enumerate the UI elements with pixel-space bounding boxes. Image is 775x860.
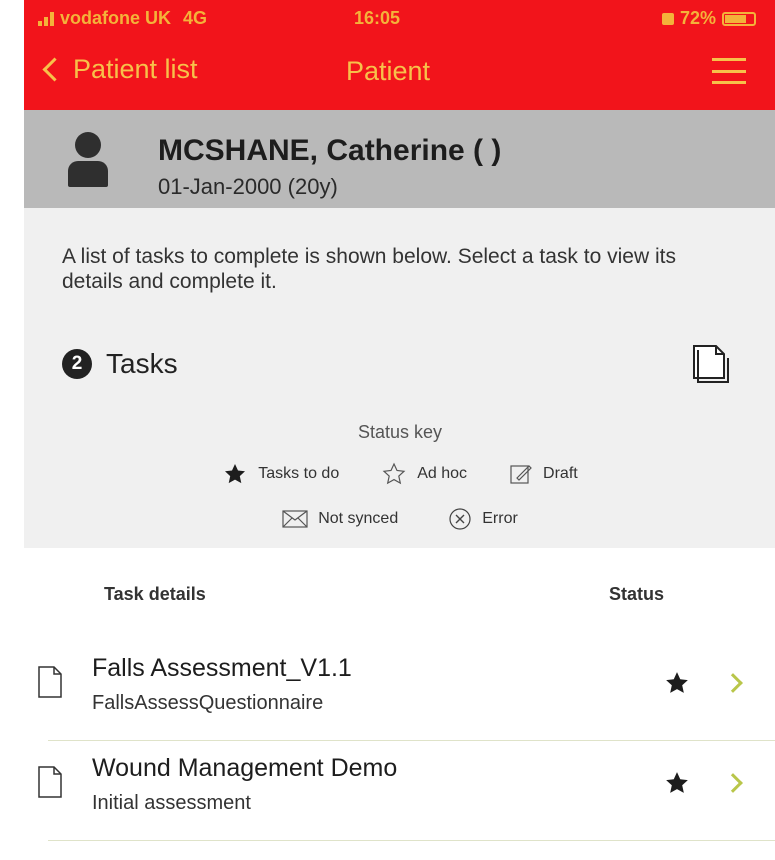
status-key-row: Tasks to do Ad hoc Draft xyxy=(24,462,775,486)
star-filled-icon xyxy=(225,464,246,484)
key-item-error: Error xyxy=(448,507,518,531)
key-label: Ad hoc xyxy=(417,465,468,482)
info-panel: A list of tasks to complete is shown bel… xyxy=(24,208,775,548)
chevron-left-icon xyxy=(42,57,67,82)
document-icon xyxy=(38,666,62,698)
task-subtitle: Initial assessment xyxy=(92,792,251,814)
carrier-info: vodafone UK 4G xyxy=(38,8,207,29)
key-label: Tasks to do xyxy=(258,465,340,482)
chevron-right-icon xyxy=(723,673,743,693)
hamburger-menu-icon[interactable] xyxy=(712,58,746,84)
key-item-tasks-to-do: Tasks to do xyxy=(222,462,339,486)
network-type: 4G xyxy=(183,8,208,28)
battery-icon xyxy=(722,11,756,26)
key-item-not-synced: Not synced xyxy=(282,510,398,528)
top-bar: vodafone UK 4G 16:05 72% Patient list Pa… xyxy=(24,0,775,110)
battery-status: 72% xyxy=(661,8,756,29)
edit-draft-icon xyxy=(510,465,532,484)
column-header-status: Status xyxy=(609,584,665,604)
carrier-name: vodafone UK xyxy=(60,8,172,28)
row-divider xyxy=(48,740,775,741)
nav-bar: Patient list Patient xyxy=(24,46,775,102)
task-subtitle: FallsAssessQuestionnaire xyxy=(92,692,324,714)
signal-icon xyxy=(38,11,54,26)
documents-icon[interactable] xyxy=(690,342,730,384)
tasks-label: Tasks xyxy=(106,348,178,379)
task-table-header: Task details Status xyxy=(24,580,775,610)
avatar xyxy=(68,132,108,187)
lock-icon xyxy=(661,12,674,25)
star-filled-icon xyxy=(666,672,688,693)
error-x-icon xyxy=(449,508,471,530)
task-title: Falls Assessment_V1.1 xyxy=(92,654,352,682)
envelope-icon xyxy=(282,510,308,528)
key-label: Not synced xyxy=(318,510,399,527)
intro-text: A list of tasks to complete is shown bel… xyxy=(62,245,676,293)
status-bar: vodafone UK 4G 16:05 72% xyxy=(24,0,775,34)
star-filled-icon xyxy=(666,772,688,793)
back-button[interactable]: Patient list xyxy=(40,54,198,85)
table-row[interactable]: Wound Management Demo Initial assessment xyxy=(24,742,775,840)
task-count-badge: 2 xyxy=(62,349,92,379)
chevron-right-icon xyxy=(723,773,743,793)
patient-name: MCSHANE, Catherine ( ) xyxy=(158,134,502,167)
app-screen: vodafone UK 4G 16:05 72% Patient list Pa… xyxy=(24,0,775,860)
document-icon xyxy=(38,766,62,798)
battery-percent: 72% xyxy=(679,8,716,28)
status-key-row: Not synced Error xyxy=(24,507,775,531)
tasks-heading: 2 Tasks xyxy=(62,348,178,380)
clock: 16:05 xyxy=(354,8,401,28)
status-key-title: Status key xyxy=(357,422,443,442)
column-header-details: Task details xyxy=(104,584,206,604)
patient-header: MCSHANE, Catherine ( ) 01-Jan-2000 (20y) xyxy=(24,110,775,208)
row-divider xyxy=(48,840,775,841)
key-item-ad-hoc: Ad hoc xyxy=(381,462,467,486)
key-label: Error xyxy=(482,510,518,527)
back-label: Patient list xyxy=(73,54,198,84)
key-item-draft: Draft xyxy=(509,463,578,485)
page-title: Patient xyxy=(346,56,431,86)
table-row[interactable]: Falls Assessment_V1.1 FallsAssessQuestio… xyxy=(24,642,775,740)
key-label: Draft xyxy=(543,465,578,482)
patient-dob: 01-Jan-2000 (20y) xyxy=(158,174,338,199)
task-title: Wound Management Demo xyxy=(92,754,398,782)
star-outline-icon xyxy=(382,462,406,485)
